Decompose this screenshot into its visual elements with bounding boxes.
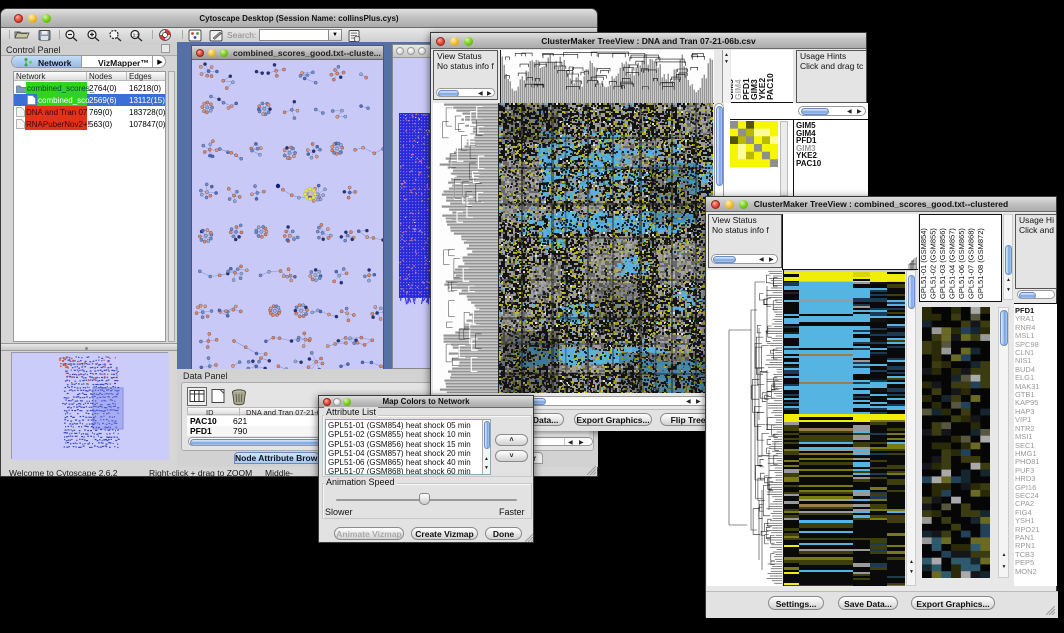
svg-text:GPL51-06 (GSM865): GPL51-06 (GSM865): [957, 228, 966, 299]
svg-text:GPL51-03 (GSM856): GPL51-03 (GSM856): [938, 228, 947, 299]
svg-text:1:1: 1:1: [133, 33, 140, 38]
svg-text:GPL51-08 (GSM872): GPL51-08 (GSM872): [976, 228, 985, 299]
svg-text:GPL51-07 (GSM868): GPL51-07 (GSM868): [967, 228, 976, 299]
svg-text:GPL51-01 (GSM854): GPL51-01 (GSM854): [920, 228, 928, 299]
svg-text:GPL51-04 (GSM857): GPL51-04 (GSM857): [948, 228, 957, 299]
svg-text:PAC10: PAC10: [765, 73, 775, 100]
svg-text:GPL51-02 (GSM855): GPL51-02 (GSM855): [929, 228, 938, 299]
